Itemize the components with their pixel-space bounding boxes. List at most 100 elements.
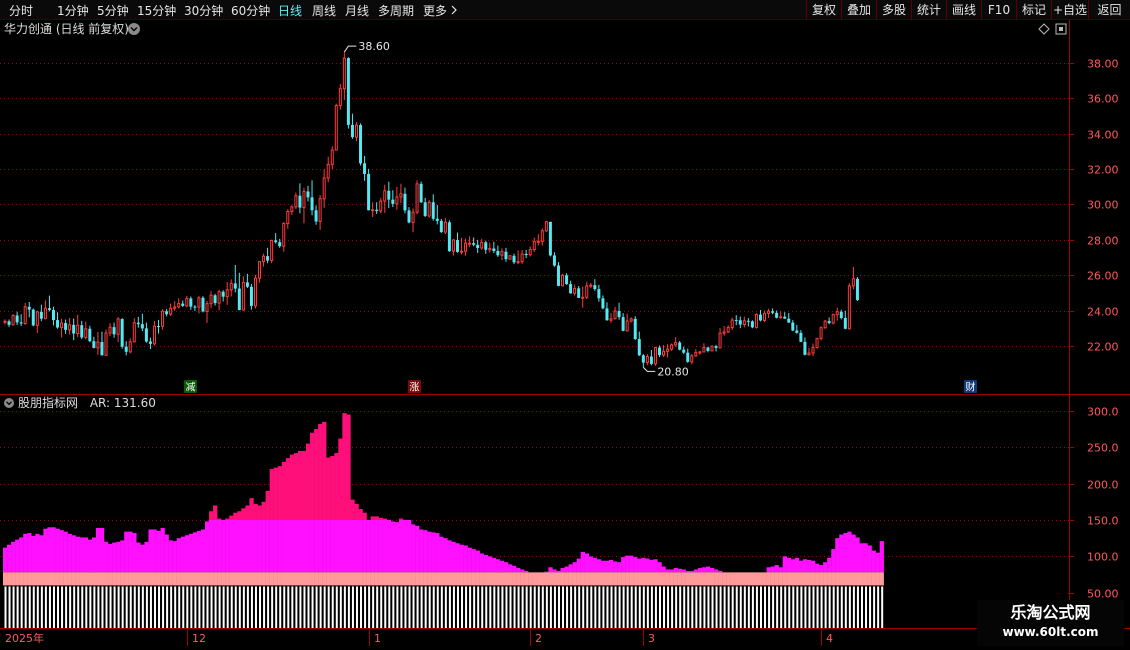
ar-column-main — [196, 530, 202, 573]
fuquan-button[interactable]: 复权 — [806, 0, 841, 20]
overlay-button[interactable]: 叠加 — [841, 0, 876, 20]
stripe-bar — [808, 586, 811, 628]
chevron-down-icon[interactable] — [128, 23, 140, 35]
back-button[interactable]: 返回 — [1088, 0, 1130, 20]
stripe-bar — [541, 586, 544, 628]
candle-body — [613, 310, 617, 320]
f10-button[interactable]: F10 — [981, 0, 1016, 20]
ar-column-main — [867, 545, 872, 573]
candle-up — [173, 301, 177, 311]
candle-body — [791, 322, 795, 331]
settings-icon[interactable] — [1055, 23, 1067, 35]
mark-button[interactable]: 标记 — [1016, 0, 1051, 20]
ar-column — [55, 528, 60, 586]
candle-down — [706, 346, 710, 353]
stripe-bar — [206, 586, 209, 628]
stripe-bar — [848, 586, 851, 628]
ar-column — [431, 532, 436, 586]
ar-column — [188, 533, 194, 586]
ar-column — [705, 566, 711, 586]
ar-column-base — [847, 572, 852, 586]
candle-body — [694, 352, 698, 357]
ar-column-main — [83, 537, 89, 573]
ar-column-main — [407, 520, 412, 573]
ar-column-base — [710, 572, 715, 586]
ar-column-base — [229, 572, 234, 586]
candle-up — [528, 246, 532, 257]
ar-column — [730, 572, 735, 586]
ar-column-high — [322, 421, 327, 520]
candle-up — [205, 300, 209, 323]
event-marker-finance[interactable]: 财 — [964, 380, 977, 394]
chevron-down-icon[interactable] — [4, 398, 14, 408]
ar-column-main — [394, 522, 400, 573]
kline-chart[interactable]: 38.00 36.00 34.00 32.00 30.00 28.00 26.00 24.00… — [0, 20, 1130, 650]
ar-column-main — [71, 535, 76, 573]
period-button-30min[interactable]: 30分钟 — [184, 2, 223, 19]
ar-column-high — [209, 511, 214, 520]
period-button-60min[interactable]: 60分钟 — [231, 2, 270, 19]
candle-body — [807, 352, 811, 356]
candle-body — [532, 241, 536, 251]
period-button-1min[interactable]: 1分钟 — [57, 2, 89, 19]
ar-column-main — [576, 558, 581, 573]
ar-column-base — [390, 572, 396, 586]
draw-line-button[interactable]: 画线 — [946, 0, 981, 20]
candle-body — [645, 356, 649, 364]
candle-body — [706, 347, 710, 351]
ar-column — [140, 544, 145, 586]
stripe-bar — [307, 586, 310, 628]
candle-body — [637, 339, 641, 356]
event-marker-rise[interactable]: 涨 — [408, 380, 421, 394]
more-button[interactable]: 更多 — [423, 2, 458, 19]
period-button-15min[interactable]: 15分钟 — [137, 2, 176, 19]
stripe-bar — [368, 586, 371, 628]
candle-body — [641, 355, 645, 363]
period-button-daily[interactable]: 日线 — [278, 2, 302, 19]
candle-body — [851, 278, 855, 287]
statistics-button[interactable]: 统计 — [911, 0, 946, 20]
candle-up — [500, 248, 504, 261]
add-favorite-button[interactable]: +自选 — [1051, 0, 1088, 20]
candle-body — [237, 288, 241, 310]
ar-column-base — [87, 572, 93, 586]
ar-column-base — [217, 572, 222, 586]
candle-body — [771, 311, 775, 313]
stripe-bar — [287, 586, 290, 628]
ar-column-base — [95, 572, 101, 586]
candle-down — [617, 302, 621, 320]
ar-column-base — [205, 572, 210, 586]
ar-column-base — [665, 572, 670, 586]
ar-column-main — [382, 520, 387, 573]
ar-column — [205, 521, 210, 586]
period-button-multi[interactable]: 多周期 — [378, 2, 414, 19]
ar-column — [390, 521, 396, 586]
stripe-bar — [465, 586, 468, 628]
ar-column-main — [217, 520, 222, 573]
candle-down — [484, 240, 488, 254]
stripe-bar — [622, 586, 625, 628]
ar-column-main — [443, 538, 448, 573]
candle-up — [302, 187, 306, 224]
candle-up — [282, 222, 286, 252]
period-button-minute[interactable]: 分时 — [9, 2, 33, 19]
ar-column-base — [750, 572, 755, 586]
stripe-bar — [444, 586, 447, 628]
event-marker-reduce[interactable]: 减 — [184, 380, 197, 394]
ar-column-base — [439, 572, 444, 586]
candle-up — [767, 308, 771, 318]
time-label-jan: 1 — [374, 632, 381, 645]
diamond-icon[interactable] — [1038, 23, 1050, 35]
ar-column — [322, 421, 327, 586]
multi-stock-button[interactable]: 多股 — [876, 0, 911, 20]
candle-body — [120, 319, 124, 347]
candle-up — [217, 289, 221, 311]
stripe-bar — [513, 586, 516, 628]
stripe-bar — [699, 586, 702, 628]
period-button-5min[interactable]: 5分钟 — [97, 2, 129, 19]
ar-column-main — [669, 569, 674, 573]
period-button-weekly[interactable]: 周线 — [312, 2, 336, 19]
candle-body — [350, 124, 354, 138]
candle-body — [249, 286, 253, 306]
period-button-monthly[interactable]: 月线 — [345, 2, 369, 19]
